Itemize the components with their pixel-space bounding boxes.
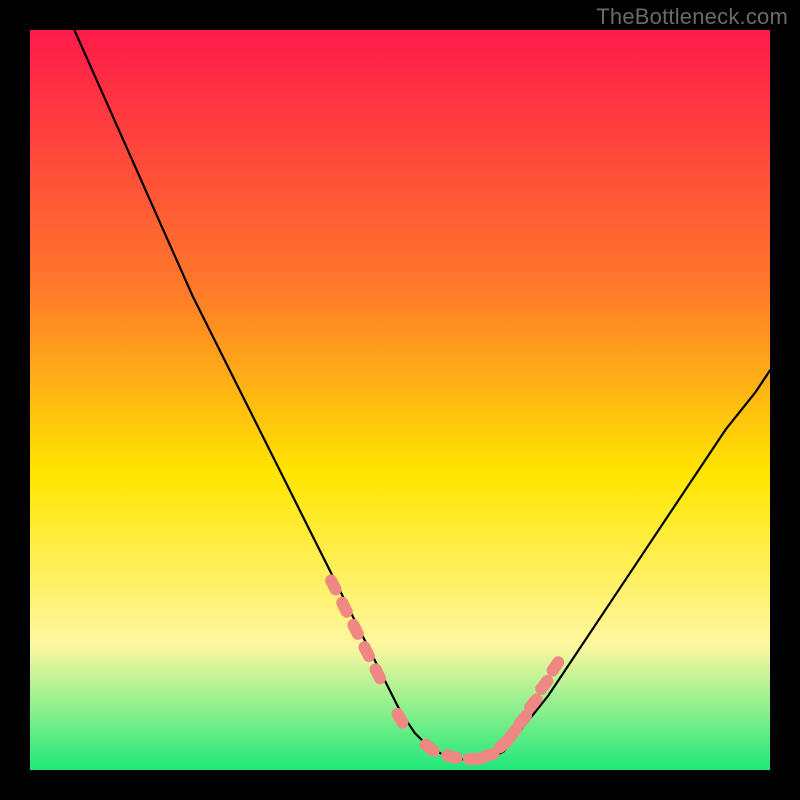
app-frame: TheBottleneck.com bbox=[0, 0, 800, 800]
watermark-text: TheBottleneck.com bbox=[596, 4, 788, 30]
chart-canvas bbox=[30, 30, 770, 770]
gradient-background bbox=[30, 30, 770, 770]
chart-svg bbox=[30, 30, 770, 770]
